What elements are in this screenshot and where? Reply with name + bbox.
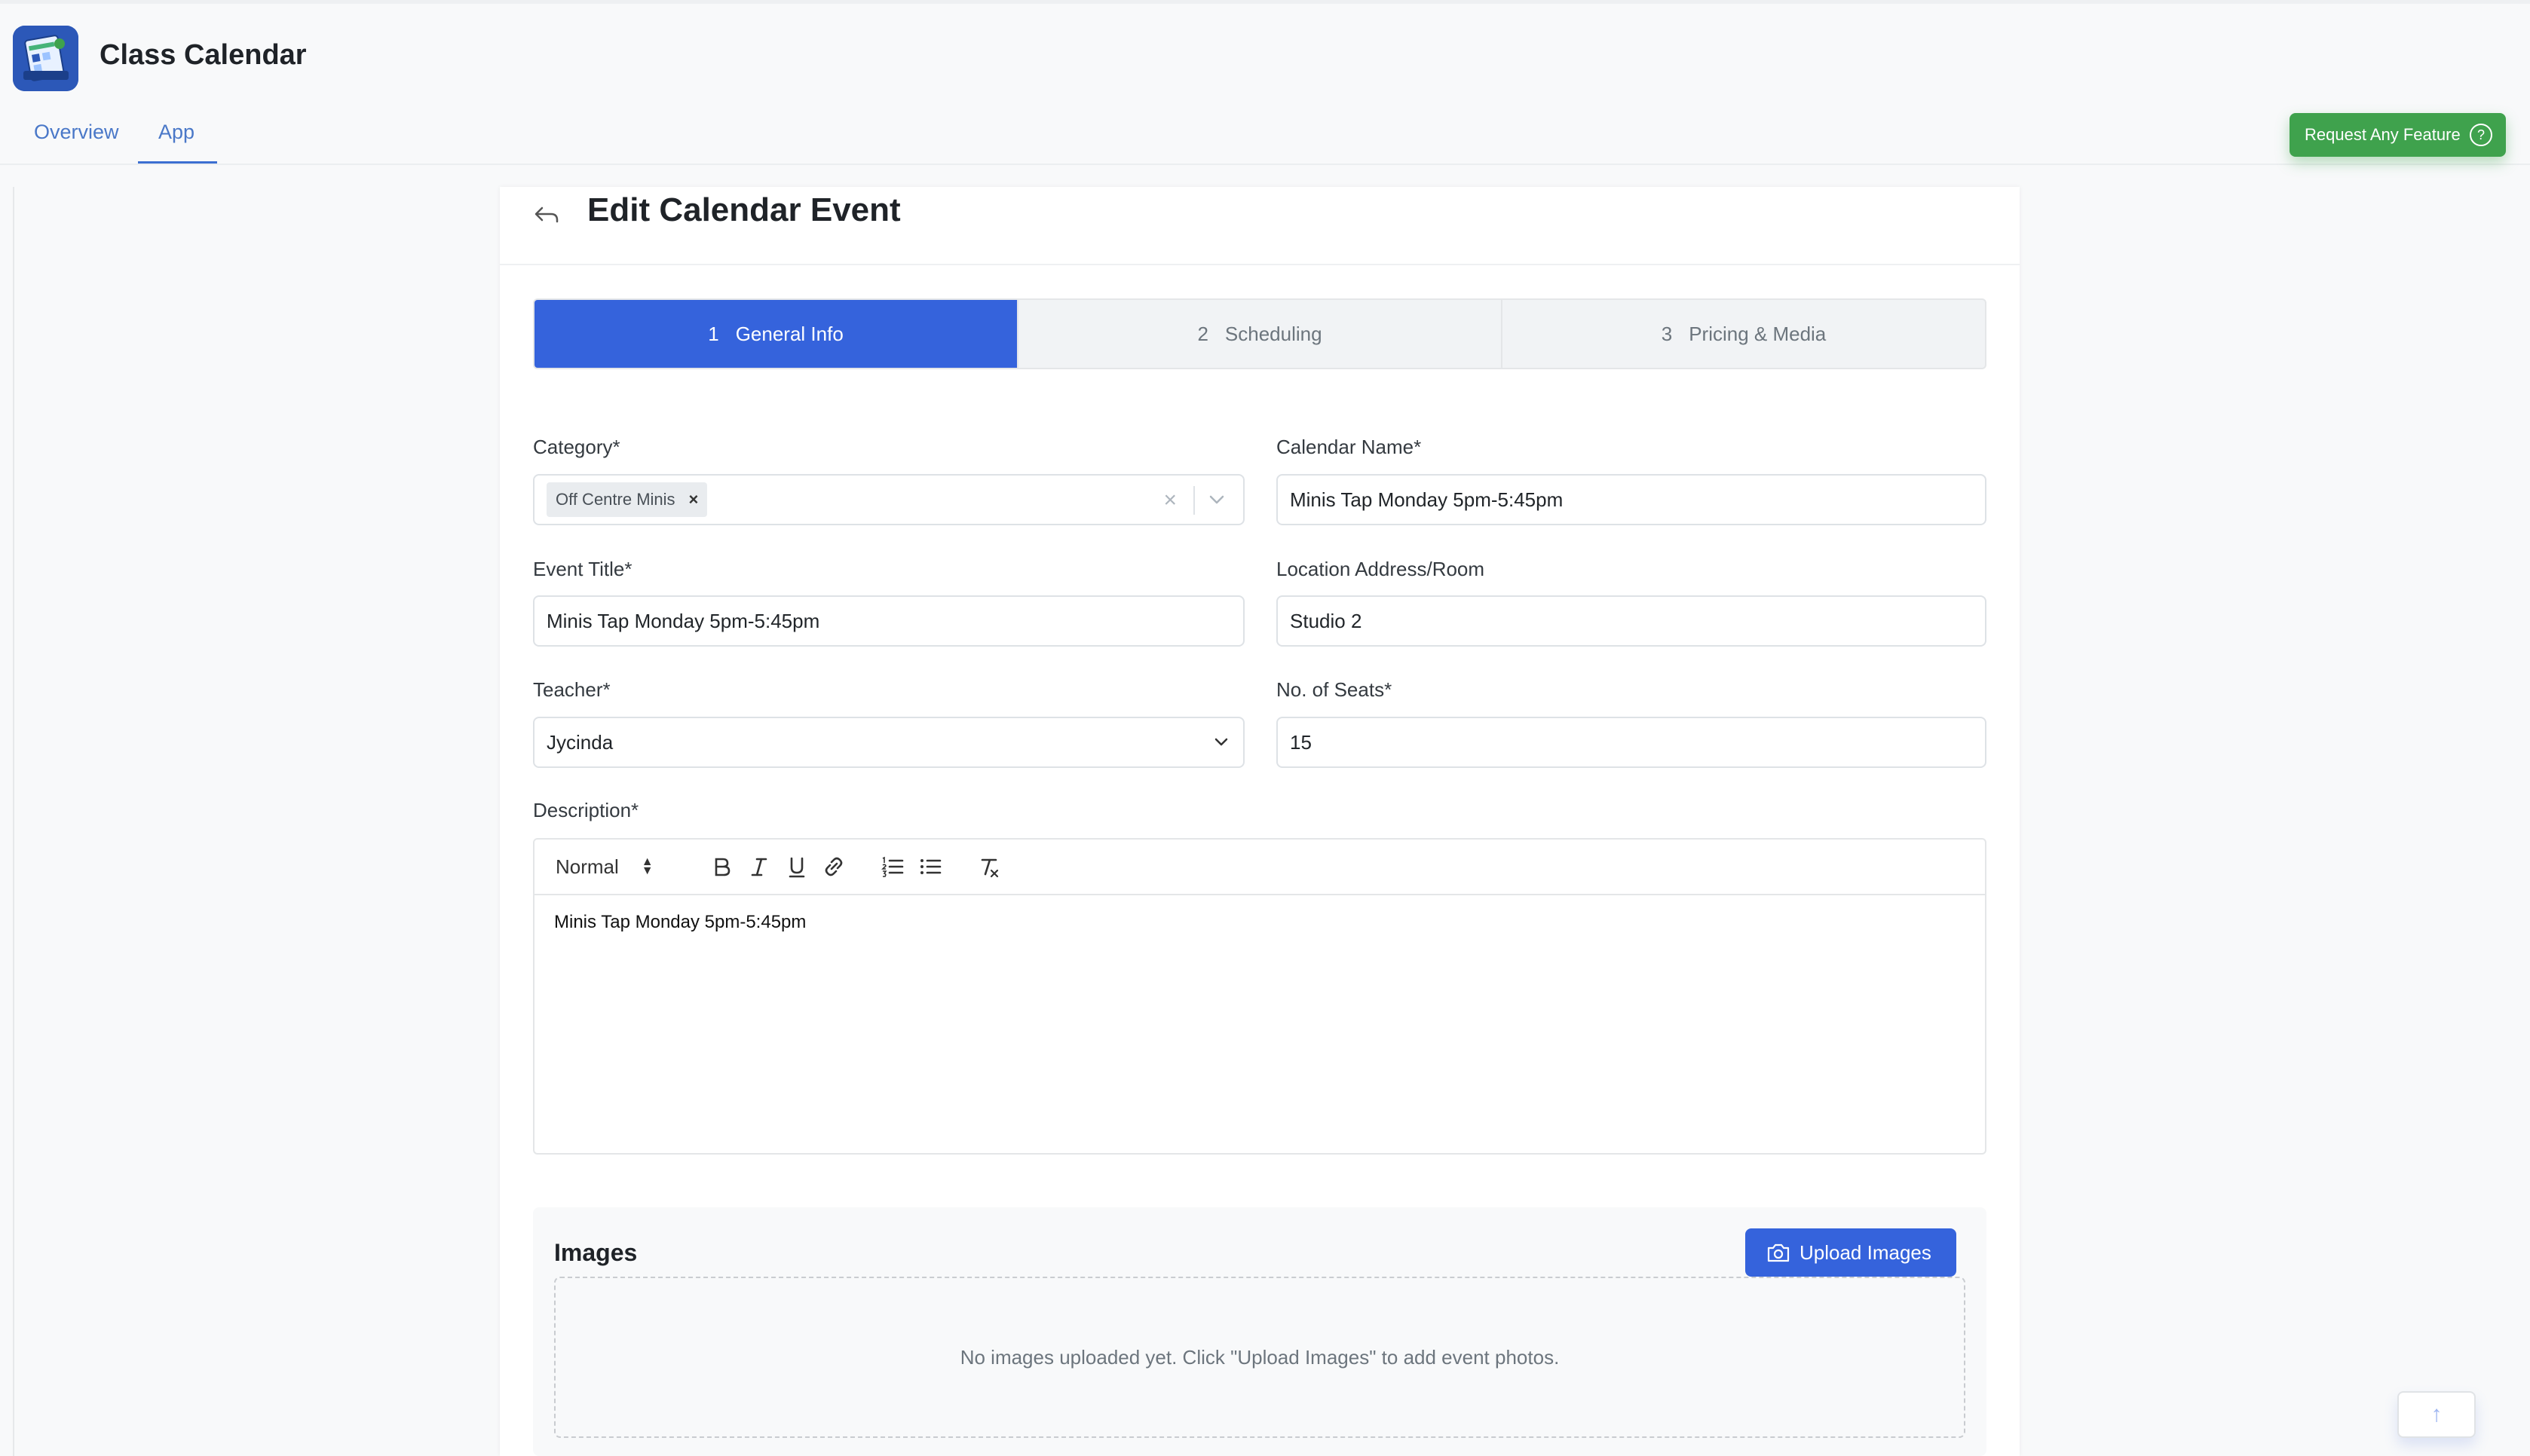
calendar-name-input[interactable]: Minis Tap Monday 5pm-5:45pm (1276, 474, 1986, 525)
bullet-list-icon[interactable] (917, 853, 943, 880)
format-select-value: Normal (556, 855, 619, 878)
calendar-name-label: Calendar Name* (1276, 436, 1422, 458)
left-border (13, 187, 14, 1456)
link-icon[interactable] (821, 853, 847, 880)
tab-overview[interactable]: Overview (34, 121, 119, 144)
description-label: Description* (533, 799, 639, 821)
help-icon: ? (2470, 124, 2492, 146)
underline-icon[interactable] (785, 853, 809, 880)
description-editor: Normal ▲ ▼ Minis Tap Monday 5pm-5:45pm (533, 838, 1986, 1155)
step-tabs: 1 General Info 2 Scheduling 3 Pricing & … (533, 298, 1986, 369)
teacher-value: Jycinda (547, 730, 614, 754)
request-feature-label: Request Any Feature (2305, 125, 2461, 144)
card-header-divider (500, 264, 2020, 265)
upload-images-label: Upload Images (1799, 1240, 1931, 1264)
step-number: 1 (708, 322, 719, 345)
step-number: 3 (1661, 322, 1673, 345)
clear-format-icon[interactable] (976, 853, 1002, 880)
edit-event-card: Edit Calendar Event 1 General Info 2 Sch… (500, 187, 2020, 1456)
app-title: Class Calendar (100, 39, 307, 71)
seats-label: No. of Seats* (1276, 678, 1392, 701)
ordered-list-icon[interactable] (880, 853, 905, 880)
arrow-up-icon: ↑ (2430, 1402, 2443, 1427)
location-label: Location Address/Room (1276, 558, 1485, 580)
updown-icon: ▲ ▼ (641, 855, 654, 877)
category-chip-label: Off Centre Minis (556, 490, 675, 509)
event-title-input[interactable]: Minis Tap Monday 5pm-5:45pm (533, 595, 1245, 647)
camera-icon (1767, 1243, 1790, 1262)
teacher-select[interactable]: Jycinda (533, 717, 1245, 768)
images-title: Images (554, 1239, 638, 1266)
select-separator (1193, 486, 1195, 515)
step-label: General Info (735, 322, 844, 345)
chevron-down-icon (1214, 738, 1228, 746)
upload-images-button[interactable]: Upload Images (1745, 1228, 1956, 1277)
empty-images-text: No images uploaded yet. Click "Upload Im… (960, 1345, 1560, 1369)
scroll-to-top-button[interactable]: ↑ (2397, 1391, 2476, 1438)
step-number: 2 (1197, 322, 1208, 345)
header-divider (0, 164, 2530, 165)
bold-icon[interactable] (709, 853, 734, 880)
page-title: Edit Calendar Event (587, 191, 901, 228)
step-general-info[interactable]: 1 General Info (534, 300, 1017, 368)
format-select[interactable]: Normal ▲ ▼ (556, 853, 654, 880)
step-pricing-media[interactable]: 3 Pricing & Media (1501, 300, 1985, 368)
editor-toolbar: Normal ▲ ▼ (534, 840, 1985, 895)
event-title-label: Event Title* (533, 558, 632, 580)
step-label: Scheduling (1224, 322, 1322, 345)
step-scheduling[interactable]: 2 Scheduling (1017, 300, 1501, 368)
location-input[interactable]: Studio 2 (1276, 595, 1986, 647)
category-label: Category* (533, 436, 620, 458)
clear-selection-icon[interactable]: × (1163, 488, 1177, 513)
italic-icon[interactable] (747, 853, 771, 880)
step-label: Pricing & Media (1689, 322, 1827, 345)
category-select[interactable]: Off Centre Minis × × (533, 474, 1245, 525)
category-chip: Off Centre Minis × (547, 482, 708, 517)
chip-remove-icon[interactable]: × (689, 490, 699, 509)
tab-app[interactable]: App (158, 121, 194, 144)
description-content[interactable]: Minis Tap Monday 5pm-5:45pm (554, 912, 806, 933)
teacher-label: Teacher* (533, 678, 611, 701)
seats-input[interactable]: 15 (1276, 717, 1986, 768)
app-logo-icon (13, 26, 78, 91)
top-border (0, 0, 2530, 4)
request-feature-button[interactable]: Request Any Feature ? (2290, 113, 2506, 157)
image-dropzone[interactable]: No images uploaded yet. Click "Upload Im… (554, 1277, 1965, 1438)
images-section: Images Upload Images No images uploaded … (533, 1207, 1986, 1456)
back-arrow-icon[interactable] (531, 197, 563, 229)
chevron-down-icon[interactable] (1205, 488, 1228, 511)
